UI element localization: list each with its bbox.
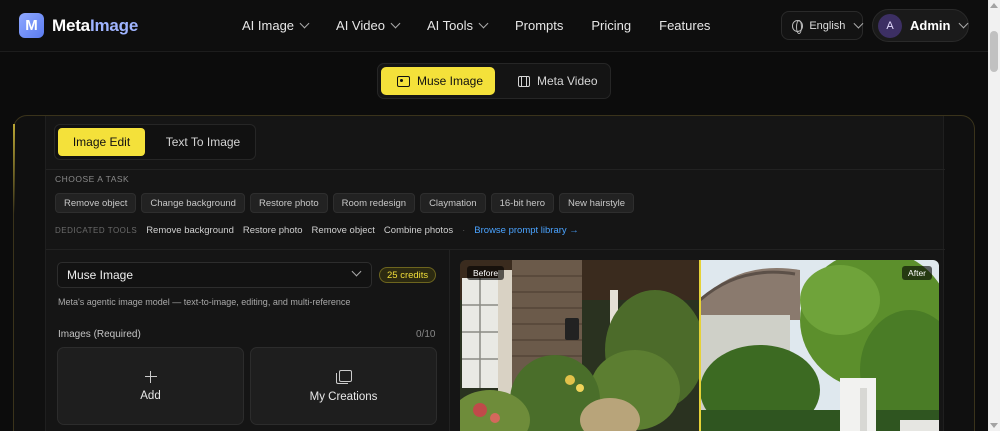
page-scrollbar[interactable] — [988, 0, 1000, 431]
dedicated-tools-row: DEDICATED TOOLS Remove background Restor… — [55, 225, 579, 236]
main-nav: AI Image AI Video AI Tools Prompts Prici… — [242, 18, 738, 33]
tab-text-to-image[interactable]: Text To Image — [154, 128, 252, 156]
divider — [46, 249, 945, 250]
before-after-slider-handle[interactable] — [699, 260, 701, 431]
avatar: A — [878, 13, 902, 38]
my-creations-label: My Creations — [309, 390, 378, 403]
gallery-icon — [336, 369, 352, 384]
film-icon — [518, 75, 530, 87]
logo-mark-icon: M — [19, 13, 44, 38]
nav-item-ai-video[interactable]: AI Video — [336, 18, 401, 33]
tab-muse-image[interactable]: Muse Image — [381, 67, 495, 95]
before-after-preview[interactable]: Before After — [460, 260, 939, 431]
credits-badge: 25 credits — [379, 267, 437, 283]
task-chip-claymation[interactable]: Claymation — [420, 193, 486, 213]
model-select[interactable]: Muse Image — [57, 262, 372, 288]
chevron-down-icon — [351, 266, 362, 277]
chevron-down-icon — [299, 18, 310, 29]
tool-link-remove-background[interactable]: Remove background — [146, 225, 234, 236]
tool-link-restore-photo[interactable]: Restore photo — [243, 225, 303, 236]
task-chip-restore-photo[interactable]: Restore photo — [249, 193, 328, 213]
nav-item-ai-tools[interactable]: AI Tools — [427, 18, 489, 33]
my-creations-button[interactable]: My Creations — [250, 347, 437, 425]
chevron-down-icon — [478, 18, 489, 29]
tool-link-remove-object[interactable]: Remove object — [312, 225, 375, 236]
user-name: Admin — [910, 18, 951, 33]
tab-meta-video[interactable]: Meta Video — [502, 67, 606, 95]
before-photo-illustration — [460, 260, 700, 431]
after-photo-illustration — [700, 260, 939, 431]
add-image-button[interactable]: Add — [57, 347, 244, 425]
column-divider — [449, 250, 450, 431]
plus-icon — [144, 370, 157, 383]
task-chip-16-bit-hero[interactable]: 16-bit hero — [490, 193, 555, 213]
chevron-down-icon — [959, 18, 969, 29]
scroll-down-arrow-icon[interactable] — [990, 423, 998, 428]
task-chips: Remove object Change background Restore … — [55, 193, 635, 213]
after-image — [700, 260, 939, 431]
images-label: Images (Required) — [58, 329, 141, 340]
task-chip-room-redesign[interactable]: Room redesign — [332, 193, 416, 213]
before-label: Before — [467, 266, 505, 280]
language-label: English — [809, 19, 846, 32]
images-count: 0/10 — [416, 329, 436, 340]
after-label: After — [902, 266, 932, 280]
task-chip-remove-object[interactable]: Remove object — [55, 193, 137, 213]
user-menu[interactable]: A Admin — [872, 9, 969, 42]
dedicated-tools-label: DEDICATED TOOLS — [55, 226, 138, 235]
nav-item-features[interactable]: Features — [659, 18, 710, 33]
add-image-label: Add — [140, 389, 161, 402]
model-description: Meta's agentic image model — text-to-ima… — [58, 297, 351, 307]
task-chip-change-background[interactable]: Change background — [141, 193, 245, 213]
page: M MetaImage AI Image AI Video AI Tools P… — [0, 0, 1000, 431]
chevron-down-icon — [853, 18, 864, 29]
model-select-value: Muse Image — [67, 268, 134, 282]
browse-prompt-library-link[interactable]: Browse prompt library → — [474, 225, 579, 236]
divider — [46, 169, 945, 170]
tool-link-combine-photos[interactable]: Combine photos — [384, 225, 453, 236]
nav-item-prompts[interactable]: Prompts — [515, 18, 563, 33]
before-image — [460, 260, 700, 431]
tools-separator: · — [462, 225, 466, 236]
task-chip-new-hairstyle[interactable]: New hairstyle — [559, 193, 635, 213]
nav-item-pricing[interactable]: Pricing — [591, 18, 631, 33]
top-header: M MetaImage AI Image AI Video AI Tools P… — [0, 0, 988, 52]
tab-image-edit[interactable]: Image Edit — [58, 128, 145, 156]
scrollbar-thumb[interactable] — [990, 31, 998, 72]
language-selector[interactable]: English — [781, 11, 864, 40]
editor-panel: Image Edit Text To Image CHOOSE A TASK R… — [45, 116, 945, 431]
mode-switch: Muse Image Meta Video — [377, 63, 611, 99]
editor-tabs: Image Edit Text To Image — [54, 124, 256, 160]
chevron-down-icon — [390, 18, 401, 29]
brand-logo[interactable]: M MetaImage — [19, 13, 138, 38]
image-icon — [397, 75, 410, 87]
choose-task-label: CHOOSE A TASK — [55, 174, 130, 184]
brand-name: MetaImage — [52, 15, 139, 35]
nav-item-ai-image[interactable]: AI Image — [242, 18, 310, 33]
scroll-up-arrow-icon[interactable] — [990, 3, 998, 8]
globe-icon — [792, 19, 804, 34]
